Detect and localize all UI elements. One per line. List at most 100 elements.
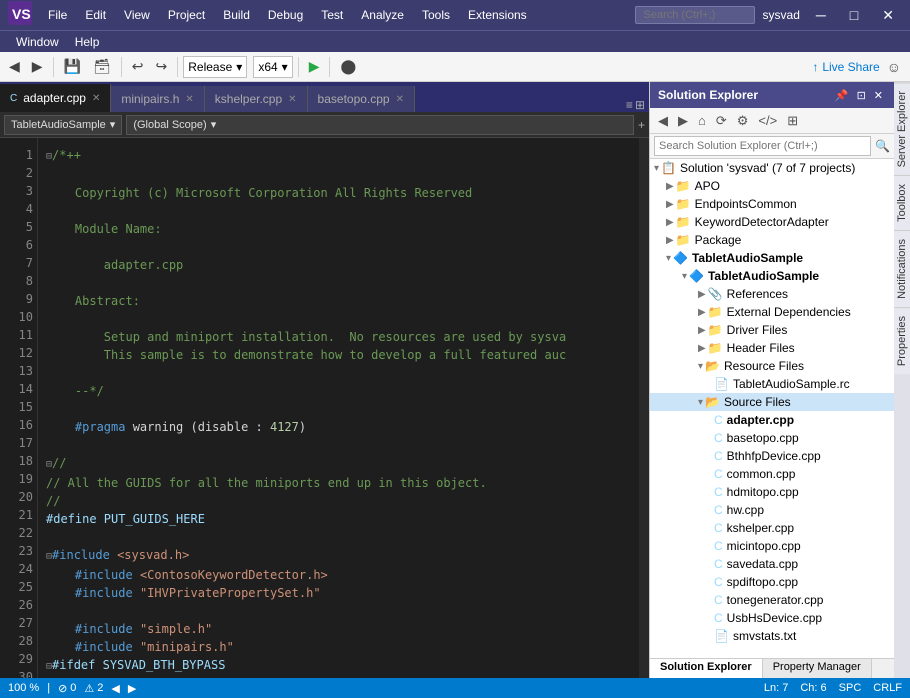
tab-minipairs[interactable]: minipairs.h ✕	[111, 86, 204, 112]
breakpoint-button[interactable]: ⬤	[335, 55, 361, 78]
undo-button[interactable]: ↩	[127, 55, 149, 78]
new-vertical-tab-button[interactable]: ⊞	[635, 98, 645, 112]
se-tab-property-manager[interactable]: Property Manager	[763, 659, 872, 678]
tree-item-savedata[interactable]: C savedata.cpp	[650, 555, 894, 573]
menu-analyze[interactable]: Analyze	[353, 4, 412, 26]
tree-item-solution[interactable]: ▾ 📋 Solution 'sysvad' (7 of 7 projects)	[650, 159, 894, 177]
feedback-button[interactable]: ☺	[882, 56, 906, 78]
nav-forward-icon[interactable]: ▶	[128, 682, 136, 695]
se-pin-button[interactable]: 📌	[832, 88, 852, 103]
menu-extensions[interactable]: Extensions	[460, 4, 535, 26]
tree-item-micintopo[interactable]: C micintopo.cpp	[650, 537, 894, 555]
svg-text:VS: VS	[12, 6, 31, 22]
se-home-btn[interactable]: ⌂	[694, 111, 710, 130]
config-dropdown[interactable]: Release ▾	[183, 56, 247, 78]
label-common: common.cpp	[727, 467, 796, 481]
se-close-button[interactable]: ✕	[871, 88, 886, 103]
editor-scrollbar[interactable]	[639, 138, 649, 678]
code-add-button[interactable]: +	[638, 118, 645, 132]
tab-close-kshelper[interactable]: ✕	[288, 94, 296, 105]
tree-item-references[interactable]: ▶ 📎 References	[650, 285, 894, 303]
tree-item-tabletaudio-root[interactable]: ▾ 🔷 TabletAudioSample	[650, 249, 894, 267]
toolbar-sep-1	[53, 57, 54, 77]
tree-item-keyword[interactable]: ▶ 📁 KeywordDetectorAdapter	[650, 213, 894, 231]
minimize-button[interactable]: ─	[808, 3, 834, 27]
crlf-indicator[interactable]: CRLF	[873, 682, 902, 694]
server-explorer-tab[interactable]: Server Explorer	[894, 82, 910, 175]
menu-build[interactable]: Build	[215, 4, 258, 26]
menu-help[interactable]: Help	[67, 31, 108, 53]
live-share-button[interactable]: ↑ Live Share	[812, 60, 879, 74]
menu-project[interactable]: Project	[160, 4, 213, 26]
start-debug-button[interactable]: ▶	[304, 55, 325, 78]
tree-item-spdiftopo[interactable]: C spdiftopo.cpp	[650, 573, 894, 591]
save-button[interactable]: 💾	[59, 55, 86, 78]
menu-debug[interactable]: Debug	[260, 4, 311, 26]
tree-item-basetopo[interactable]: C basetopo.cpp	[650, 429, 894, 447]
forward-button[interactable]: ▶	[27, 55, 48, 78]
properties-tab[interactable]: Properties	[894, 307, 910, 374]
platform-dropdown[interactable]: x64 ▾	[253, 56, 292, 78]
tree-item-extdeps[interactable]: ▶ 📁 External Dependencies	[650, 303, 894, 321]
menu-edit[interactable]: Edit	[77, 4, 114, 26]
tree-item-package[interactable]: ▶ 📁 Package	[650, 231, 894, 249]
menu-file[interactable]: File	[40, 4, 75, 26]
tree-item-tabletaudio[interactable]: ▾ 🔷 TabletAudioSample	[650, 267, 894, 285]
menu-view[interactable]: View	[116, 4, 158, 26]
toolbar-sep-2	[121, 57, 122, 77]
se-settings-btn[interactable]: ⚙	[733, 111, 753, 131]
title-search-input[interactable]	[635, 6, 755, 24]
tree-item-bthhfp[interactable]: C BthhfpDevice.cpp	[650, 447, 894, 465]
tab-close-basetopo[interactable]: ✕	[396, 94, 404, 105]
tree-item-kshelper[interactable]: C kshelper.cpp	[650, 519, 894, 537]
maximize-button[interactable]: □	[842, 3, 866, 27]
se-expand-btn[interactable]: ⊞	[783, 111, 802, 131]
back-button[interactable]: ◀	[4, 55, 25, 78]
tab-kshelper[interactable]: kshelper.cpp ✕	[205, 86, 308, 112]
tree-item-endpointscommon[interactable]: ▶ 📁 EndpointsCommon	[650, 195, 894, 213]
tree-item-common[interactable]: C common.cpp	[650, 465, 894, 483]
tab-close-adapter[interactable]: ✕	[92, 93, 100, 104]
label-endpoints: EndpointsCommon	[695, 197, 797, 211]
title-bar-right: sysvad ─ □ ✕	[635, 3, 902, 28]
menu-window[interactable]: Window	[8, 31, 67, 53]
tree-item-driverfiles[interactable]: ▶ 📁 Driver Files	[650, 321, 894, 339]
tree-item-hw[interactable]: C hw.cpp	[650, 501, 894, 519]
tree-item-tabletrc[interactable]: 📄 TabletAudioSample.rc	[650, 375, 894, 393]
tab-actions: ≡ ⊞	[626, 98, 649, 112]
scope2-dropdown[interactable]: (Global Scope) ▾	[126, 115, 634, 135]
tab-adapter-cpp[interactable]: C adapter.cpp ✕	[0, 84, 111, 112]
toolbox-tab[interactable]: Toolbox	[894, 175, 910, 230]
close-button[interactable]: ✕	[874, 3, 902, 28]
se-code-btn[interactable]: </>	[754, 111, 781, 130]
tree-item-smvstats[interactable]: 📄 smvstats.txt	[650, 627, 894, 645]
tab-list-button[interactable]: ≡	[626, 98, 633, 112]
se-tab-solution-explorer[interactable]: Solution Explorer	[650, 659, 763, 678]
code-editor[interactable]: ⊟/*++ Copyright (c) Microsoft Corporatio…	[38, 138, 639, 678]
tree-item-adapter[interactable]: C adapter.cpp	[650, 411, 894, 429]
tree-item-hdmitopo[interactable]: C hdmitopo.cpp	[650, 483, 894, 501]
tab-basetopo[interactable]: basetopo.cpp ✕	[308, 86, 415, 112]
menu-tools[interactable]: Tools	[414, 4, 458, 26]
notifications-tab[interactable]: Notifications	[894, 230, 910, 307]
se-sync-btn[interactable]: ⟳	[712, 111, 731, 131]
tree-item-tonegenerator[interactable]: C tonegenerator.cpp	[650, 591, 894, 609]
tree-item-headerfiles[interactable]: ▶ 📁 Header Files	[650, 339, 894, 357]
scope1-dropdown[interactable]: TabletAudioSample ▾	[4, 115, 122, 135]
se-search-input[interactable]	[654, 136, 871, 156]
tree-item-resourcefiles[interactable]: ▾ 📂 Resource Files	[650, 357, 894, 375]
tab-close-minipairs[interactable]: ✕	[185, 94, 193, 105]
menu-test[interactable]: Test	[313, 4, 351, 26]
redo-button[interactable]: ↪	[151, 55, 173, 78]
se-forward-btn[interactable]: ▶	[674, 111, 692, 131]
save-all-button[interactable]: 🗃	[88, 55, 116, 78]
tree-item-usbhs[interactable]: C UsbHsDevice.cpp	[650, 609, 894, 627]
se-float-button[interactable]: ⊡	[854, 88, 869, 103]
tree-item-apo[interactable]: ▶ 📁 APO	[650, 177, 894, 195]
editor-content[interactable]: 1 2 3 4 5 6 7 8 9 10 11 12 13 14 15 16 1…	[0, 138, 649, 678]
tree-item-sourcefiles[interactable]: ▾ 📂 Source Files	[650, 393, 894, 411]
se-back-btn[interactable]: ◀	[654, 111, 672, 131]
nav-back-icon[interactable]: ◀	[111, 682, 119, 695]
toolbar-sep-4	[298, 57, 299, 77]
se-tree[interactable]: ▾ 📋 Solution 'sysvad' (7 of 7 projects) …	[650, 159, 894, 658]
